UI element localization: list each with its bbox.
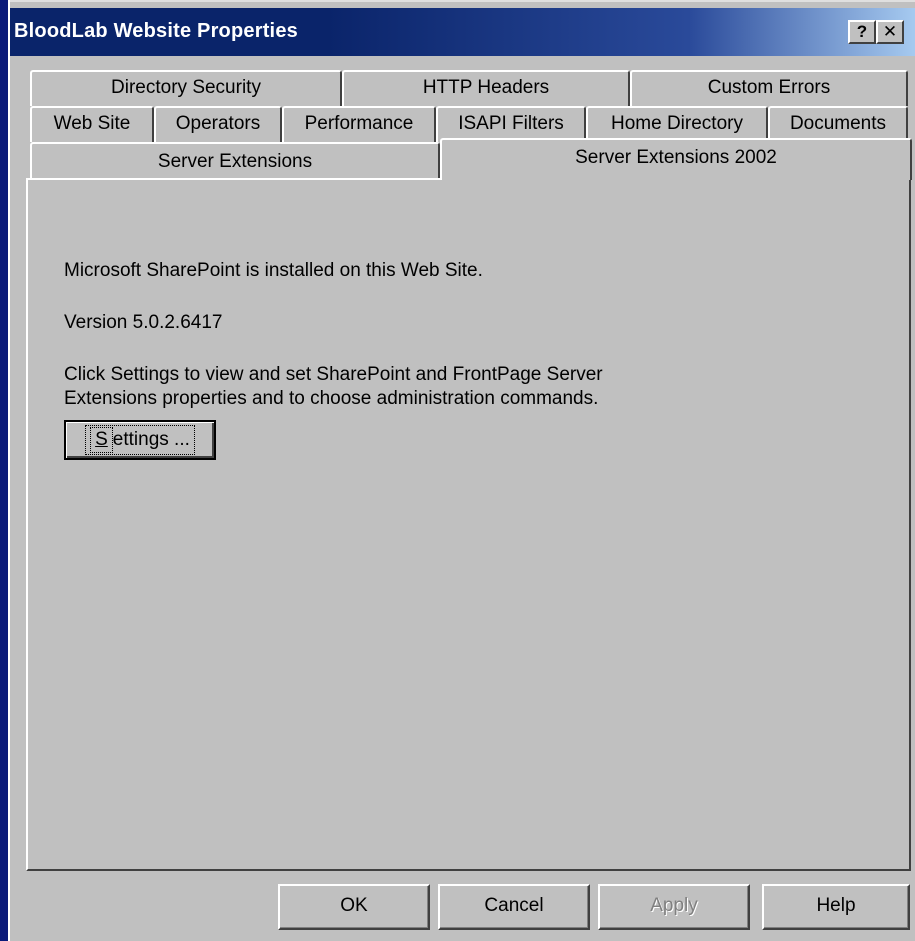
apply-button[interactable]: Apply (598, 884, 750, 930)
tab-operators[interactable]: Operators (154, 106, 282, 142)
tab-performance[interactable]: Performance (282, 106, 436, 142)
window-frame-top (10, 0, 915, 8)
instructions-line-1: Click Settings to view and set SharePoin… (64, 364, 603, 385)
tab-isapi-filters[interactable]: ISAPI Filters (436, 106, 586, 142)
settings-button-label: Settings ... (85, 425, 195, 455)
cancel-button[interactable]: Cancel (438, 884, 590, 930)
tab-server-extensions-2002[interactable]: Server Extensions 2002 (440, 138, 912, 180)
tab-http-headers[interactable]: HTTP Headers (342, 70, 630, 106)
close-icon[interactable]: ✕ (876, 20, 904, 44)
window-title: BloodLab Website Properties (14, 20, 298, 42)
tab-directory-security[interactable]: Directory Security (30, 70, 342, 106)
ok-button[interactable]: OK (278, 884, 430, 930)
instructions-line-2: Extensions properties and to choose admi… (64, 388, 599, 409)
tab-panel: Microsoft SharePoint is installed on thi… (26, 178, 911, 871)
tab-custom-errors[interactable]: Custom Errors (630, 70, 908, 106)
tab-documents[interactable]: Documents (768, 106, 908, 142)
desktop-edge (0, 0, 10, 941)
title-bar[interactable]: BloodLab Website Properties ? ✕ (10, 8, 915, 56)
tab-home-directory[interactable]: Home Directory (586, 106, 768, 142)
settings-mnemonic: S (90, 427, 113, 453)
settings-label-rest: ettings ... (112, 429, 190, 450)
tab-server-extensions[interactable]: Server Extensions (30, 142, 440, 178)
installed-text: Microsoft SharePoint is installed on thi… (64, 260, 483, 281)
tab-web-site[interactable]: Web Site (30, 106, 154, 142)
version-text: Version 5.0.2.6417 (64, 312, 223, 333)
help-button[interactable]: Help (762, 884, 910, 930)
settings-button[interactable]: Settings ... (64, 420, 216, 460)
help-icon[interactable]: ? (848, 20, 876, 44)
